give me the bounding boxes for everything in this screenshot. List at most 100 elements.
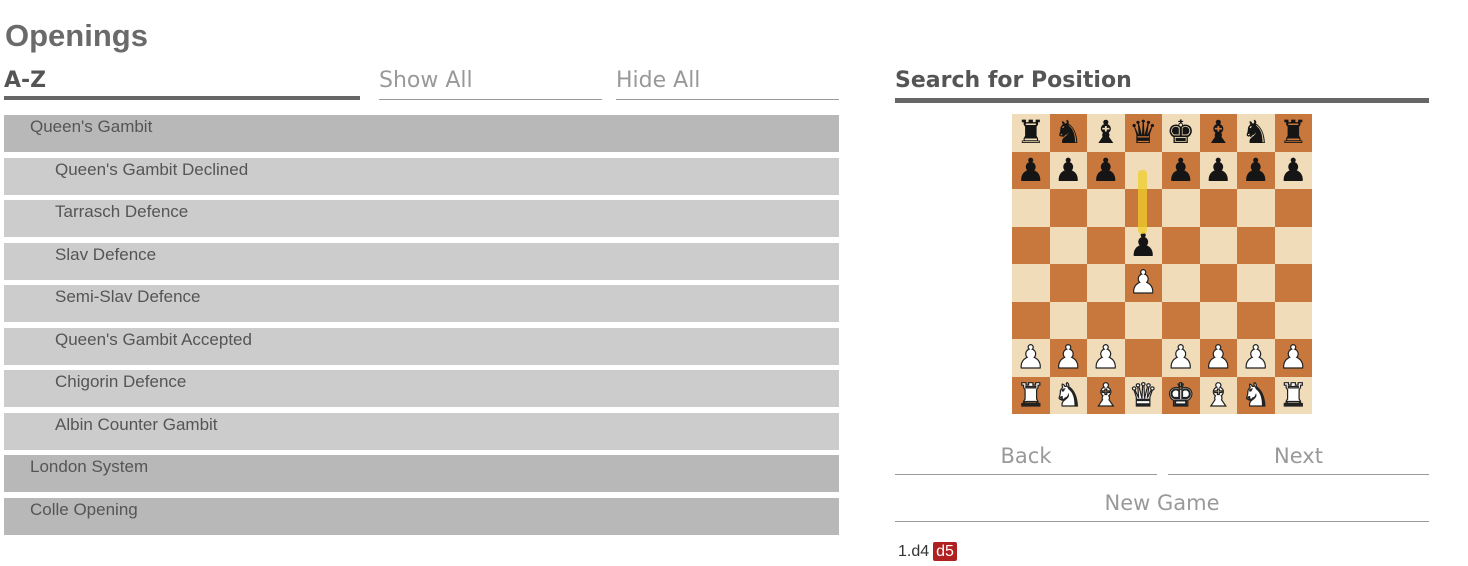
white-pawn-icon[interactable]: ♟ — [1166, 338, 1196, 376]
opening-item-semi-slav-defence[interactable]: Semi-Slav Defence — [4, 285, 839, 322]
black-bishop-icon[interactable]: ♝ — [1204, 113, 1233, 151]
square-c8[interactable]: ♝ — [1087, 114, 1125, 152]
opening-item-slav-defence[interactable]: Slav Defence — [4, 242, 839, 280]
opening-item-london-system[interactable]: London System — [4, 455, 839, 492]
white-rook-icon[interactable]: ♜ — [1278, 375, 1308, 413]
square-f6[interactable] — [1199, 189, 1237, 227]
square-b5[interactable] — [1049, 226, 1087, 264]
square-h7[interactable]: ♟ — [1274, 151, 1312, 189]
current-move-badge[interactable]: d5 — [933, 542, 957, 561]
square-f4[interactable] — [1199, 264, 1237, 302]
square-h4[interactable] — [1274, 264, 1312, 302]
square-d2[interactable] — [1124, 339, 1162, 377]
move-text[interactable]: 1.d4 — [898, 543, 929, 560]
white-queen-icon[interactable]: ♛ — [1128, 375, 1158, 413]
opening-item-chigorin-defence[interactable]: Chigorin Defence — [4, 370, 839, 407]
black-king-icon[interactable]: ♚ — [1166, 113, 1195, 151]
opening-item-queens-gambit-accepted[interactable]: Queen's Gambit Accepted — [4, 327, 839, 365]
black-rook-icon[interactable]: ♜ — [1279, 113, 1308, 151]
black-pawn-icon[interactable]: ♟ — [1166, 151, 1195, 189]
square-b1[interactable]: ♞ — [1049, 375, 1087, 414]
square-a2[interactable]: ♟ — [1012, 338, 1050, 377]
square-h3[interactable] — [1274, 301, 1312, 339]
white-bishop-icon[interactable]: ♝ — [1203, 375, 1233, 413]
square-h8[interactable]: ♜ — [1274, 113, 1312, 152]
square-a5[interactable] — [1012, 226, 1050, 264]
white-rook-icon[interactable]: ♜ — [1016, 375, 1046, 413]
black-pawn-icon[interactable]: ♟ — [1016, 151, 1045, 189]
back-button[interactable]: Back — [895, 441, 1157, 475]
square-e1[interactable]: ♚ — [1162, 375, 1200, 414]
square-h2[interactable]: ♟ — [1274, 338, 1312, 377]
white-pawn-icon[interactable]: ♟ — [1016, 338, 1046, 376]
square-f7[interactable]: ♟ — [1199, 151, 1237, 189]
square-g5[interactable] — [1237, 226, 1275, 264]
square-f8[interactable]: ♝ — [1199, 113, 1237, 152]
opening-item-queens-gambit[interactable]: Queen's Gambit — [4, 115, 839, 152]
square-c2[interactable]: ♟ — [1087, 338, 1125, 377]
square-h1[interactable]: ♜ — [1274, 375, 1312, 414]
square-g6[interactable] — [1237, 189, 1275, 227]
tab-a-z[interactable]: A-Z — [4, 66, 360, 100]
white-bishop-icon[interactable]: ♝ — [1091, 375, 1121, 413]
chess-board[interactable]: ♜ ♞ ♝ ♛ ♚ ♝ ♞ ♜ ♟ ♟ ♟ ♟ ♟ ♟ ♟ ♟ ♟ ♟ ♟ ♟ ♟ ♟ ♟ ♟ ♜ ♞ ♝ ♛ ♚ ♝ ♞ ♜ — [1012, 114, 1312, 414]
square-b4[interactable] — [1049, 264, 1087, 302]
white-king-icon[interactable]: ♚ — [1166, 375, 1196, 413]
new-game-button[interactable]: New Game — [895, 488, 1429, 522]
opening-item-queens-gambit-declined[interactable]: Queen's Gambit Declined — [4, 157, 839, 195]
black-pawn-icon[interactable]: ♟ — [1091, 151, 1120, 189]
square-f1[interactable]: ♝ — [1199, 375, 1237, 414]
opening-item-tarrasch-defence[interactable]: Tarrasch Defence — [4, 200, 839, 237]
square-e3[interactable] — [1162, 301, 1200, 339]
square-b3[interactable] — [1049, 301, 1087, 339]
square-f5[interactable] — [1199, 226, 1237, 264]
square-c5[interactable] — [1087, 226, 1125, 264]
opening-item-colle-opening[interactable]: Colle Opening — [4, 497, 839, 535]
white-knight-icon[interactable]: ♞ — [1053, 375, 1083, 413]
square-c3[interactable] — [1087, 301, 1125, 339]
white-pawn-icon[interactable]: ♟ — [1053, 338, 1083, 376]
square-f3[interactable] — [1199, 301, 1237, 339]
square-g1[interactable]: ♞ — [1237, 375, 1275, 414]
show-all-button[interactable]: Show All — [379, 66, 602, 100]
square-e2[interactable]: ♟ — [1162, 338, 1200, 377]
square-c1[interactable]: ♝ — [1087, 375, 1125, 414]
square-f2[interactable]: ♟ — [1199, 338, 1237, 377]
square-h5[interactable] — [1274, 226, 1312, 264]
square-a1[interactable]: ♜ — [1012, 375, 1050, 414]
white-pawn-icon[interactable]: ♟ — [1091, 338, 1121, 376]
white-knight-icon[interactable]: ♞ — [1241, 375, 1271, 413]
square-g8[interactable]: ♞ — [1237, 114, 1275, 152]
square-a7[interactable]: ♟ — [1012, 151, 1050, 189]
square-a8[interactable]: ♜ — [1012, 114, 1050, 152]
square-g3[interactable] — [1237, 301, 1275, 339]
square-a4[interactable] — [1012, 264, 1050, 302]
square-g7[interactable]: ♟ — [1237, 151, 1275, 189]
square-g4[interactable] — [1237, 264, 1275, 302]
square-c6[interactable] — [1087, 189, 1125, 227]
opening-item-albin-counter-gambit[interactable]: Albin Counter Gambit — [4, 412, 839, 450]
square-d3[interactable] — [1124, 301, 1162, 339]
square-d8[interactable]: ♛ — [1124, 113, 1162, 152]
square-b7[interactable]: ♟ — [1049, 151, 1087, 189]
black-pawn-icon[interactable]: ♟ — [1279, 151, 1308, 189]
black-queen-icon[interactable]: ♛ — [1129, 113, 1158, 151]
white-pawn-icon[interactable]: ♟ — [1128, 263, 1158, 301]
black-knight-icon[interactable]: ♞ — [1241, 113, 1270, 151]
square-h6[interactable] — [1274, 189, 1312, 227]
white-pawn-icon[interactable]: ♟ — [1203, 338, 1233, 376]
square-e6[interactable] — [1162, 189, 1200, 227]
black-bishop-icon[interactable]: ♝ — [1091, 113, 1120, 151]
square-c4[interactable] — [1087, 264, 1125, 302]
square-a3[interactable] — [1012, 301, 1050, 339]
black-pawn-icon[interactable]: ♟ — [1241, 151, 1270, 189]
square-b6[interactable] — [1049, 189, 1087, 227]
square-d4[interactable]: ♟ — [1124, 263, 1162, 302]
black-rook-icon[interactable]: ♜ — [1016, 113, 1045, 151]
square-e7[interactable]: ♟ — [1162, 151, 1200, 189]
hide-all-button[interactable]: Hide All — [616, 66, 839, 100]
black-knight-icon[interactable]: ♞ — [1054, 113, 1083, 151]
black-pawn-icon[interactable]: ♟ — [1204, 151, 1233, 189]
next-button[interactable]: Next — [1168, 441, 1429, 475]
square-e4[interactable] — [1162, 264, 1200, 302]
